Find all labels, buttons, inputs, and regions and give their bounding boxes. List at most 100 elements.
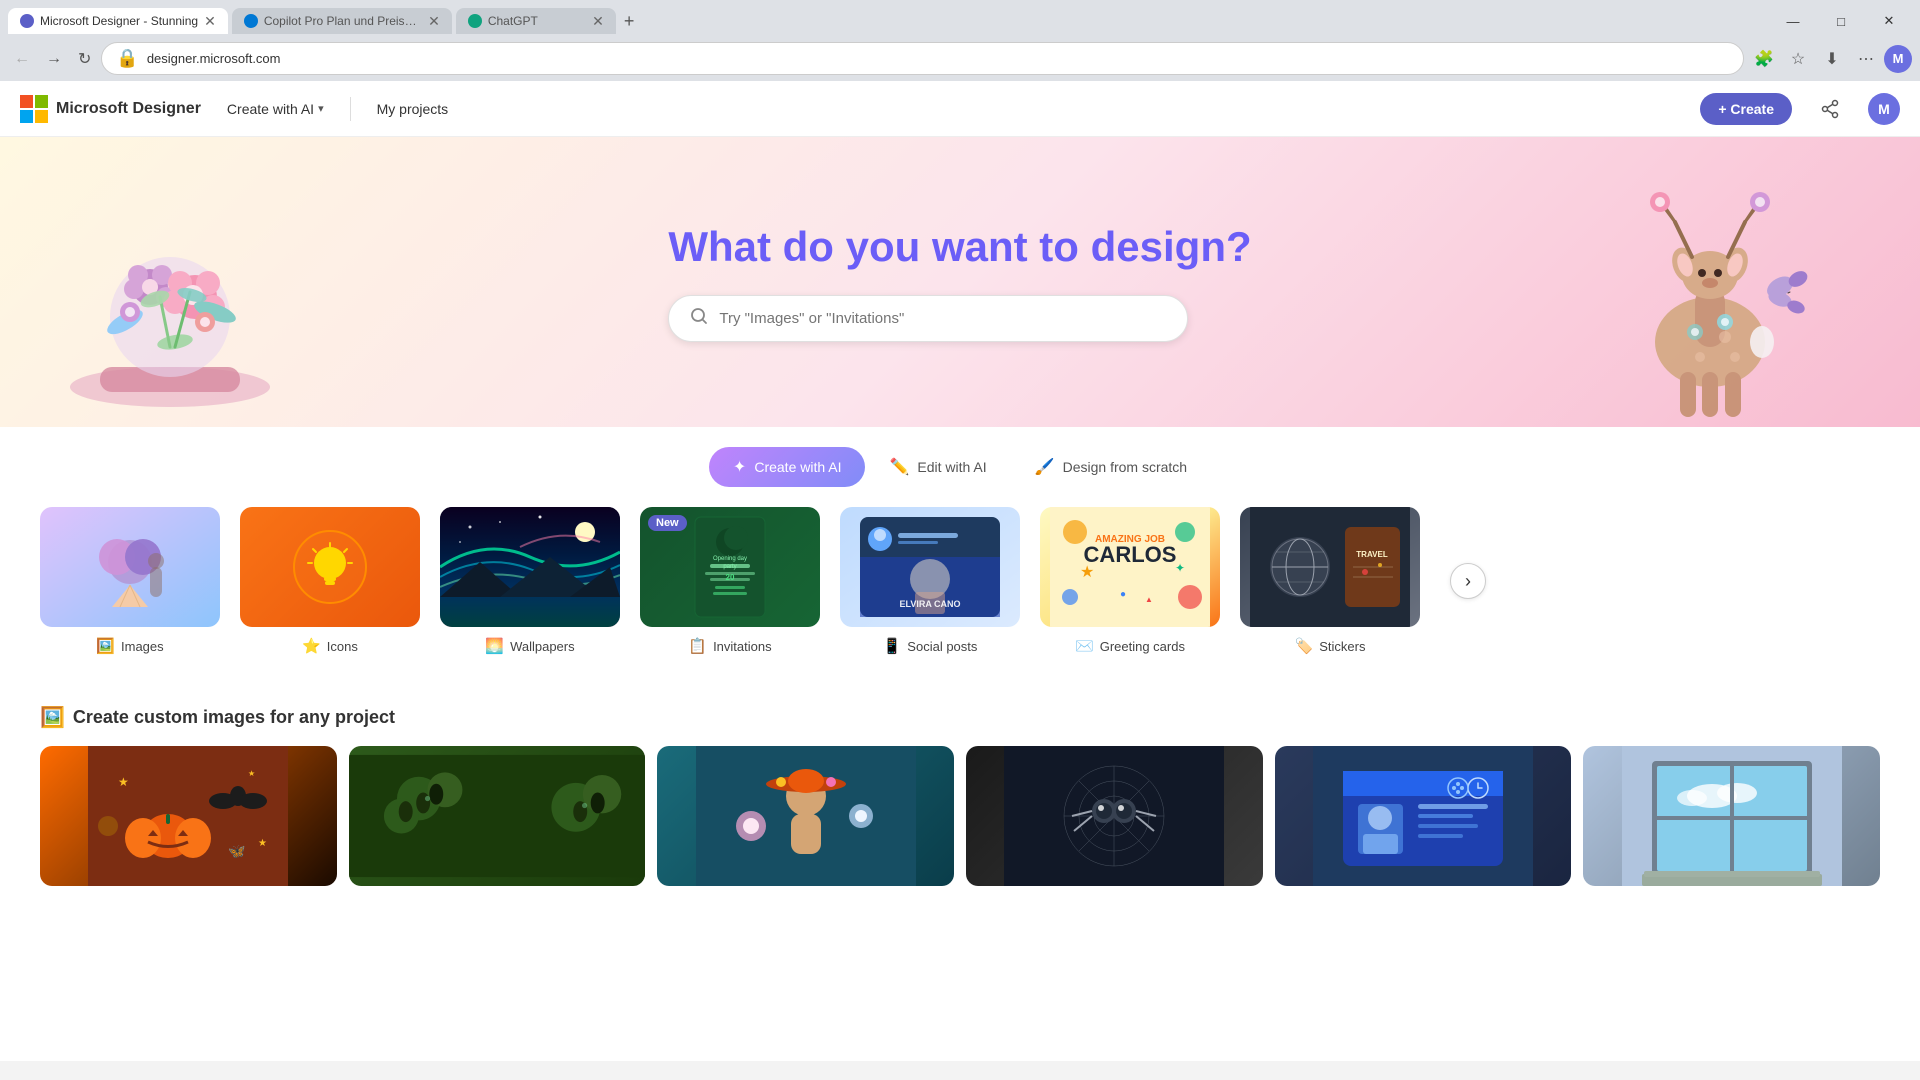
category-greeting-cards-label: ✉️ Greeting cards xyxy=(1075,637,1185,655)
extensions-icon-button[interactable]: 🧩 xyxy=(1748,43,1780,75)
category-invitations-thumbnail: New xyxy=(640,507,820,627)
category-images[interactable]: 🖼️ Images xyxy=(40,507,220,655)
browser-tab-1[interactable]: Microsoft Designer - Stunning ✕ xyxy=(8,8,228,34)
custom-images-grid: ★ ★ ★ 🦋 xyxy=(40,746,1880,886)
tab-edit-ai[interactable]: ✏️ Edit with AI xyxy=(865,447,1010,487)
custom-image-sombrero[interactable] xyxy=(657,746,954,886)
favorites-icon-button[interactable]: ☆ xyxy=(1782,43,1814,75)
address-url: designer.microsoft.com xyxy=(147,51,1729,66)
hero-left-decoration xyxy=(30,167,310,427)
tab-create-ai-label: Create with AI xyxy=(754,459,841,475)
address-lock-icon: 🔒 xyxy=(116,48,138,69)
category-icons-label: ⭐ Icons xyxy=(302,637,358,655)
custom-image-window[interactable] xyxy=(1583,746,1880,886)
images-label-text: Images xyxy=(121,639,164,654)
category-wallpapers[interactable]: 🌅 Wallpapers xyxy=(440,507,620,655)
app-container: Microsoft Designer Create with AI ▾ My p… xyxy=(0,81,1920,1061)
custom-image-passport[interactable] xyxy=(1275,746,1572,886)
category-images-thumbnail xyxy=(40,507,220,627)
design-scratch-icon: 🖌️ xyxy=(1035,457,1055,477)
category-stickers[interactable]: TRAVEL 🏷️ Stickers xyxy=(1240,507,1420,655)
browser-settings-button[interactable]: ⋯ xyxy=(1850,43,1882,75)
category-social-posts-thumbnail: ELVIRA CANO xyxy=(840,507,1020,627)
my-projects-nav[interactable]: My projects xyxy=(371,97,455,121)
category-stickers-label: 🏷️ Stickers xyxy=(1295,637,1366,655)
chevron-down-icon: ▾ xyxy=(318,102,324,115)
stickers-label-text: Stickers xyxy=(1319,639,1365,654)
create-ai-icon: ✦ xyxy=(733,457,746,477)
categories-next-arrow[interactable]: › xyxy=(1450,563,1486,599)
browser-tab-2[interactable]: Copilot Pro Plan und Preise – F... ✕ xyxy=(232,8,452,34)
invitations-label-text: Invitations xyxy=(713,639,772,654)
create-with-ai-nav[interactable]: Create with AI ▾ xyxy=(221,97,330,121)
tab-close-1[interactable]: ✕ xyxy=(204,14,216,28)
section-icon: 🖼️ xyxy=(40,705,65,730)
category-icons[interactable]: ⭐ Icons xyxy=(240,507,420,655)
section-title: Create custom images for any project xyxy=(73,707,395,728)
hero-section: What do you want to design? xyxy=(0,137,1920,427)
logo-area[interactable]: Microsoft Designer xyxy=(20,95,201,123)
window-controls: — □ ✕ xyxy=(1770,6,1912,36)
category-icons-thumbnail xyxy=(240,507,420,627)
invitations-category-icon: 📋 xyxy=(688,637,707,655)
my-projects-nav-label: My projects xyxy=(377,101,449,117)
social-posts-label-text: Social posts xyxy=(907,639,977,654)
stickers-category-icon: 🏷️ xyxy=(1295,637,1314,655)
category-invitations[interactable]: New xyxy=(640,507,820,655)
tab-favicon-1 xyxy=(20,14,34,28)
passport-thumbnail xyxy=(1275,746,1572,886)
tab-close-2[interactable]: ✕ xyxy=(428,14,440,28)
hero-search-box[interactable] xyxy=(668,295,1188,342)
close-button[interactable]: ✕ xyxy=(1866,6,1912,36)
svg-text:🦋: 🦋 xyxy=(228,843,246,859)
category-stickers-thumbnail: TRAVEL xyxy=(1240,507,1420,627)
greeting-cards-category-icon: ✉️ xyxy=(1075,637,1094,655)
create-with-ai-nav-label: Create with AI xyxy=(227,101,314,117)
svg-text:★: ★ xyxy=(258,838,267,849)
edit-ai-icon: ✏️ xyxy=(889,457,909,477)
tab-close-3[interactable]: ✕ xyxy=(592,14,604,28)
svg-text:●: ● xyxy=(1120,589,1126,600)
tab-design-scratch-label: Design from scratch xyxy=(1063,459,1187,475)
icons-category-icon: ⭐ xyxy=(302,637,321,655)
halloween-thumbnail: ★ ★ ★ 🦋 xyxy=(40,746,337,886)
custom-image-halloween[interactable]: ★ ★ ★ 🦋 xyxy=(40,746,337,886)
custom-image-spider[interactable] xyxy=(966,746,1263,886)
new-tab-button[interactable]: + xyxy=(620,8,639,34)
svg-text:party: party xyxy=(723,564,736,570)
logo-icon xyxy=(20,95,48,123)
svg-text:▲: ▲ xyxy=(1145,595,1153,604)
category-greeting-cards[interactable]: AMAZING JOB CARLOS ★ ✦ ● ▲ xyxy=(1040,507,1220,655)
hero-search-icon xyxy=(689,306,709,331)
category-social-posts[interactable]: ELVIRA CANO 📱 Social posts xyxy=(840,507,1020,655)
browser-profile-button[interactable]: M xyxy=(1884,45,1912,73)
user-avatar[interactable]: M xyxy=(1868,93,1900,125)
create-button[interactable]: + Create xyxy=(1700,93,1792,125)
maximize-button[interactable]: □ xyxy=(1818,6,1864,36)
browser-chrome: Microsoft Designer - Stunning ✕ Copilot … xyxy=(0,0,1920,81)
hero-right-decoration xyxy=(1580,147,1840,427)
hero-search-input[interactable] xyxy=(719,310,1167,327)
browser-titlebar: Microsoft Designer - Stunning ✕ Copilot … xyxy=(0,0,1920,36)
browser-toolbar-icons: 🧩 ☆ ⬇ ⋯ M xyxy=(1748,43,1912,75)
images-category-icon: 🖼️ xyxy=(96,637,115,655)
address-bar[interactable]: 🔒 designer.microsoft.com xyxy=(101,42,1744,75)
sombrero-thumbnail xyxy=(657,746,954,886)
spider-thumbnail xyxy=(966,746,1263,886)
tab-design-scratch[interactable]: 🖌️ Design from scratch xyxy=(1011,447,1211,487)
share-icon-button[interactable] xyxy=(1812,91,1848,127)
custom-images-section: 🖼️ Create custom images for any project xyxy=(0,685,1920,906)
logo-text: Microsoft Designer xyxy=(56,100,201,118)
browser-tab-3[interactable]: ChatGPT ✕ xyxy=(456,8,616,34)
tab-create-ai[interactable]: ✦ Create with AI xyxy=(709,447,866,487)
back-button[interactable]: ← xyxy=(8,46,36,72)
custom-image-olives[interactable] xyxy=(349,746,646,886)
tab-bar: ✦ Create with AI ✏️ Edit with AI 🖌️ Desi… xyxy=(0,427,1920,497)
hero-title: What do you want to design? xyxy=(668,223,1251,271)
refresh-button[interactable]: ↻ xyxy=(72,45,97,73)
svg-text:ELVIRA CANO: ELVIRA CANO xyxy=(899,599,960,609)
forward-button[interactable]: → xyxy=(40,46,68,72)
downloads-icon-button[interactable]: ⬇ xyxy=(1816,43,1848,75)
minimize-button[interactable]: — xyxy=(1770,6,1816,36)
svg-text:✦: ✦ xyxy=(1175,561,1185,575)
